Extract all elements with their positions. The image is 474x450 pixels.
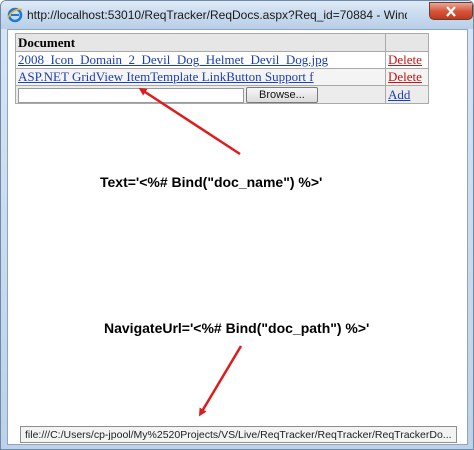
close-button[interactable]	[429, 2, 473, 20]
window-title: http://localhost:53010/ReqTracker/ReqDoc…	[27, 8, 407, 22]
page-content: Document 2008_Icon_Domain_2_Devil_Dog_He…	[7, 29, 468, 445]
url-binding-annotation: NavigateUrl='<%# Bind("doc_path") %>'	[104, 320, 370, 336]
arrow-to-status-url	[198, 345, 243, 417]
annotation-arrows	[138, 87, 243, 417]
window-controls	[429, 2, 473, 20]
title-bar[interactable]: http://localhost:53010/ReqTracker/ReqDoc…	[1, 1, 473, 29]
close-icon	[446, 6, 456, 17]
status-bar-url: file:///C:/Users/cp-jpool/My%2520Project…	[20, 426, 457, 443]
internet-explorer-icon	[7, 7, 23, 23]
arrow-to-link-text	[138, 87, 241, 156]
browser-window: http://localhost:53010/ReqTracker/ReqDoc…	[0, 0, 474, 450]
text-binding-annotation: Text='<%# Bind("doc_name") %>'	[100, 174, 323, 190]
